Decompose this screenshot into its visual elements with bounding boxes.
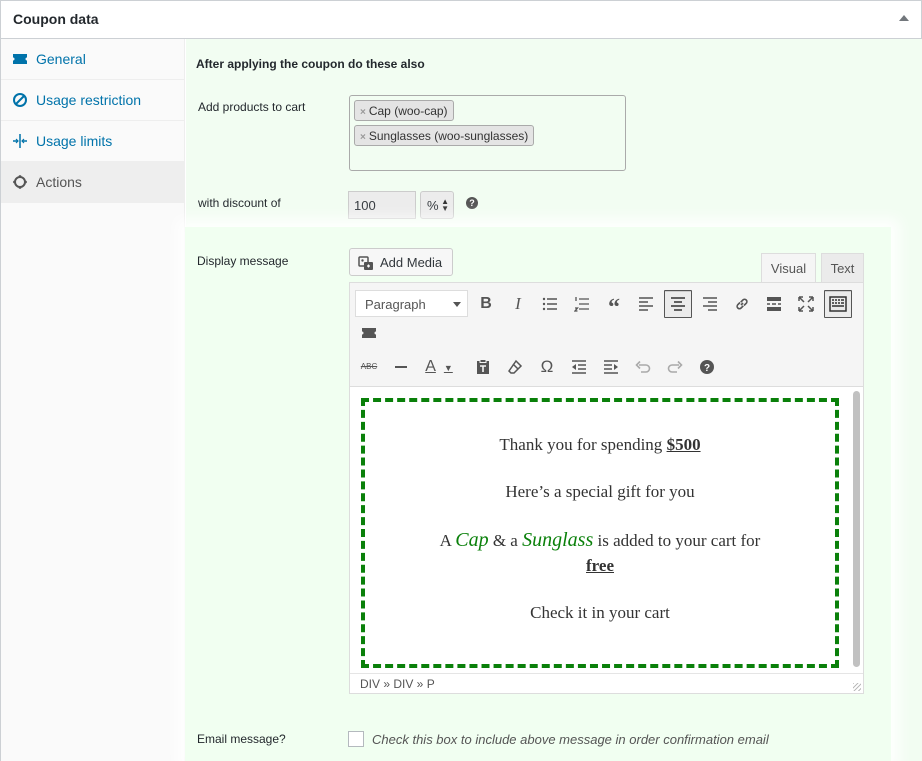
updown-arrows-icon: ▲ ▼ [441,197,449,213]
coupon-shortcode-icon[interactable] [355,319,383,347]
message-container: Thank you for spending $500 Here’s a spe… [361,398,839,668]
line3-prefix: A [439,531,456,550]
clear-formatting-icon[interactable] [501,353,529,381]
align-left-icon[interactable] [632,290,660,318]
paste-as-text-icon[interactable] [469,353,497,381]
remove-chip-icon[interactable]: × [360,132,366,143]
limits-icon [12,133,28,149]
display-message-label: Display message [197,254,289,268]
fullscreen-icon[interactable] [792,290,820,318]
message-line-3: A Cap & a Sunglass is added to your cart… [365,529,835,552]
message-line-5: Check it in your cart [530,603,670,622]
discount-amount-input[interactable]: 100 [348,191,416,219]
chip-label: Cap (woo-cap) [368,104,448,118]
message-line-4: free [365,556,835,576]
editor-toolbar: Paragraph B I “ ABC A ▼ Ω ? [350,283,863,387]
tab-usage-restriction-label: Usage restriction [36,92,142,108]
email-message-label: Email message? [197,732,286,746]
discount-type-value: % [427,198,439,213]
editor-scrollbar[interactable] [853,391,860,667]
bold-icon[interactable]: B [472,290,500,318]
product-chip-sunglasses[interactable]: × Sunglasses (woo-sunglasses) [354,125,535,146]
tab-usage-limits-label: Usage limits [36,133,113,149]
resize-handle-icon[interactable] [853,683,861,691]
special-character-icon[interactable]: Ω [533,353,561,381]
editor-content-area[interactable]: Thank you for spending $500 Here’s a spe… [350,387,863,673]
sunglass-link-text: Sunglass [522,529,594,551]
products-multiselect[interactable]: × Cap (woo-cap) × Sunglasses (woo-sunglass… [349,95,626,171]
strikethrough-icon[interactable]: ABC [355,353,383,381]
panel-title: Coupon data [13,11,99,27]
undo-icon[interactable] [629,353,657,381]
read-more-icon[interactable] [760,290,788,318]
line3-amp: & a [488,531,523,550]
ticket-icon [12,51,28,67]
bullet-list-icon[interactable] [536,290,564,318]
message-editor: Paragraph B I “ ABC A ▼ Ω ? Thank you fo… [349,282,864,694]
line3-suffix: is added to your cart for [593,531,761,550]
discount-label: with discount of [198,196,281,210]
coupon-tabs-sidebar: General Usage restriction Usage limits A… [1,39,185,761]
editor-status-path: DIV » DIV » P [350,673,863,693]
tab-actions-label: Actions [36,174,82,190]
gear-icon [12,174,28,190]
coupon-data-panel: Coupon data General Usage restriction Us… [0,0,922,761]
blockquote-icon[interactable]: “ [600,290,628,321]
tab-actions[interactable]: Actions [1,162,185,203]
remove-chip-icon[interactable]: × [360,107,366,118]
help-icon[interactable]: ? [466,197,478,209]
discount-type-select[interactable]: % ▲ ▼ [420,191,454,219]
collapse-toggle-icon[interactable] [899,15,909,21]
chevron-down-icon [453,302,461,307]
italic-icon[interactable]: I [504,290,532,318]
link-icon[interactable] [728,290,756,318]
tab-general-label: General [36,51,86,67]
section-heading: After applying the coupon do these also [196,57,425,71]
format-select[interactable]: Paragraph [355,290,468,317]
cap-link-text: Cap [455,529,489,551]
amount-text: $500 [666,435,701,454]
tab-usage-limits[interactable]: Usage limits [1,121,185,162]
email-message-description: Check this box to include above message … [372,732,769,747]
text-color-icon[interactable]: A ▼ [419,353,459,381]
horizontal-line-icon[interactable] [387,353,415,381]
chip-label: Sunglasses (woo-sunglasses) [368,129,529,143]
tab-visual[interactable]: Visual [761,253,816,283]
align-center-icon[interactable] [664,290,692,318]
tab-usage-restriction[interactable]: Usage restriction [1,80,185,121]
thank-you-text: Thank you for spending [499,435,667,454]
panel-header: Coupon data [1,1,921,39]
tab-general[interactable]: General [1,39,185,80]
align-right-icon[interactable] [696,290,724,318]
message-line-2: Here’s a special gift for you [505,482,695,501]
email-message-checkbox[interactable] [348,731,364,747]
redo-icon[interactable] [661,353,689,381]
numbered-list-icon[interactable] [568,290,596,318]
indent-icon[interactable] [597,353,625,381]
tab-text[interactable]: Text [821,253,864,283]
svg-text:?: ? [704,363,710,374]
block-icon [12,92,28,108]
outdent-icon[interactable] [565,353,593,381]
format-select-value: Paragraph [365,297,426,312]
toolbar-toggle-icon[interactable] [824,290,852,318]
add-media-label: Add Media [380,255,443,270]
keyboard-shortcuts-help-icon[interactable]: ? [693,353,721,381]
product-chip-cap[interactable]: × Cap (woo-cap) [354,100,454,121]
add-products-label: Add products to cart [198,100,306,114]
add-media-button[interactable]: Add Media [349,248,453,276]
message-line-1: Thank you for spending $500 [365,435,835,455]
add-media-icon [358,255,374,271]
free-text: free [586,556,614,575]
